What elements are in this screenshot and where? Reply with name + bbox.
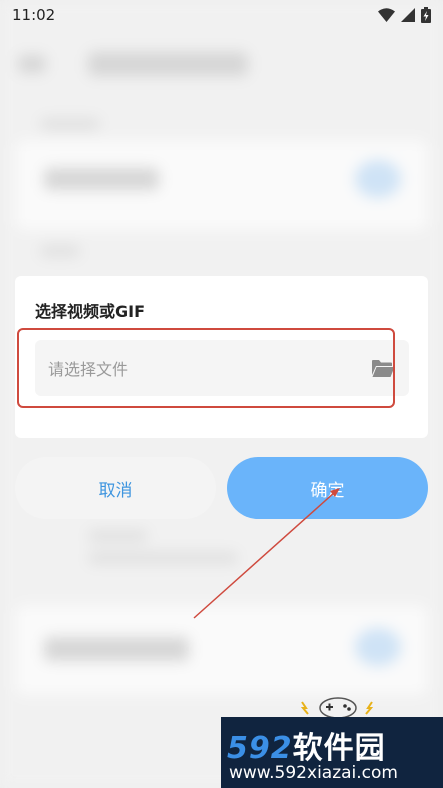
bg-card-2-action [355, 628, 401, 666]
bg-row-text-1 [88, 530, 148, 542]
status-icons [378, 7, 431, 23]
watermark-logo: 592软件园 www.592xiazai.com [221, 717, 443, 788]
signal-icon [401, 8, 415, 22]
watermark-brand-number: 592 [227, 731, 293, 766]
confirm-button[interactable]: 确定 [227, 457, 428, 519]
wifi-icon [378, 8, 395, 22]
highlight-annotation-box [17, 328, 395, 408]
bg-back-arrow [18, 55, 46, 73]
bg-card-1-action [355, 160, 401, 198]
status-time: 11:02 [12, 6, 56, 24]
watermark-url: www.592xiazai.com [229, 763, 398, 783]
bg-header-title [88, 52, 248, 76]
dialog-title: 选择视频或GIF [35, 302, 146, 321]
cancel-button[interactable]: 取消 [15, 457, 216, 519]
bg-section-label [40, 118, 100, 130]
status-bar: 11:02 [0, 0, 443, 30]
bg-card-2-text [44, 637, 189, 661]
battery-charging-icon [421, 7, 431, 23]
bg-label-2 [40, 245, 80, 257]
watermark-brand: 592软件园 [227, 723, 386, 767]
bg-card-1-text [44, 168, 159, 190]
bg-row-text-2 [88, 552, 238, 564]
watermark-brand-text: 软件园 [292, 731, 386, 766]
